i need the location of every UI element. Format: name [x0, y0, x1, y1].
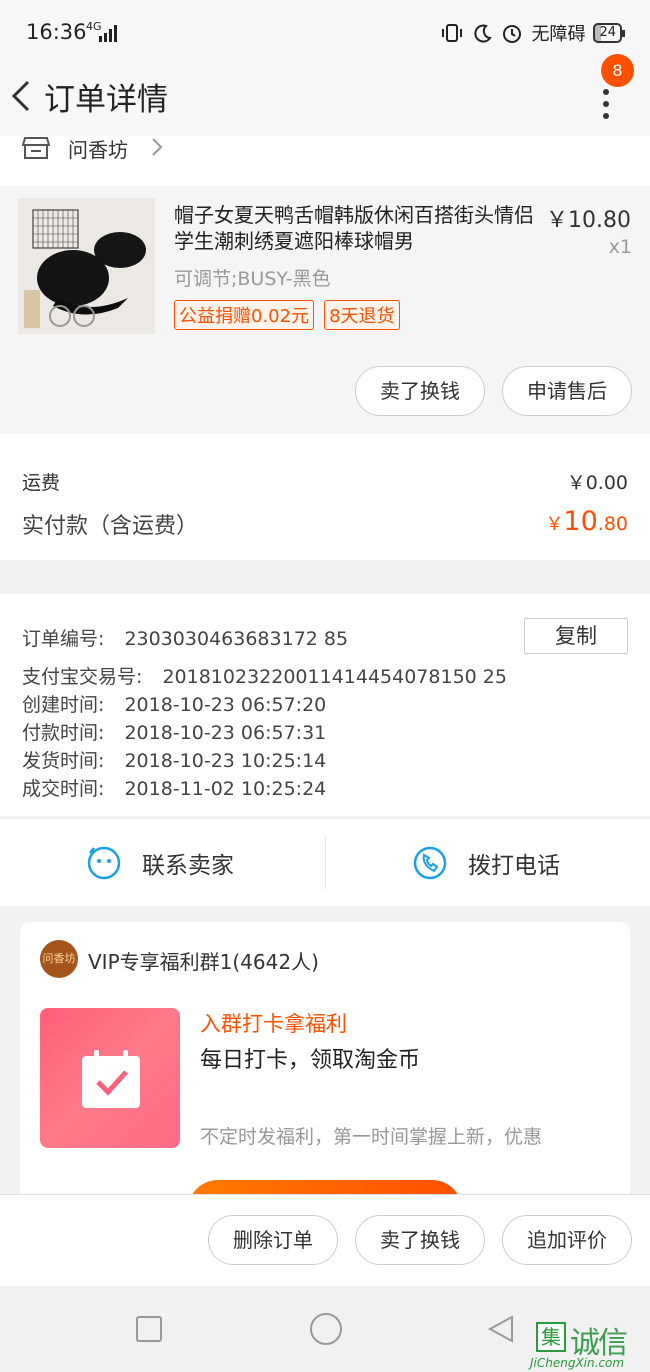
add-review-button[interactable]: 追加评价 [502, 1215, 632, 1265]
paid-time: 2018-10-23 06:57:31 [124, 722, 327, 744]
charity-tag: 公益捐赠0.02元 [174, 300, 315, 330]
fee-section: 运费 ￥0.00 实付款（含运费） ￥10.80 [0, 434, 650, 560]
group-tagline: 入群打卡拿福利 [200, 1012, 347, 1036]
group-description: 不定时发福利，第一时间掌握上新，优惠 [200, 1126, 543, 1148]
moon-icon [474, 24, 493, 43]
group-thumbnail [40, 1008, 180, 1148]
recent-apps-icon[interactable] [134, 1314, 164, 1344]
back-nav-icon[interactable] [486, 1314, 516, 1344]
return-policy-tag: 8天退货 [324, 300, 400, 330]
shop-name[interactable]: 问香坊 [68, 134, 128, 163]
notification-badge: 8 [601, 54, 634, 87]
status-icons: 无障碍 24 [441, 20, 625, 46]
paid-decimal: .80 [597, 513, 628, 535]
nav-bar: 订单详情 8 [0, 54, 650, 136]
order-info: 订单编号: 2303030463683172 85 复制 支付宝交易号: 201… [0, 594, 650, 816]
contact-seller-label: 联系卖家 [142, 853, 234, 879]
page-title: 订单详情 [44, 82, 168, 118]
call-label: 拨打电话 [468, 853, 560, 879]
completed-row: 成交时间: 2018-11-02 10:25:24 [22, 774, 326, 801]
call-button[interactable]: 拨打电话 [412, 819, 560, 907]
bottom-action-bar: 删除订单 卖了换钱 追加评价 [0, 1194, 650, 1286]
paid-time-label: 付款时间: [22, 722, 105, 744]
paid-integer: 10 [563, 506, 598, 537]
group-headline: 每日打卡，领取淘金币 [200, 1048, 421, 1073]
alipay-label: 支付宝交易号: [22, 666, 143, 688]
product-spec: 可调节;BUSY-黑色 [174, 268, 331, 290]
paid-time-row: 付款时间: 2018-10-23 06:57:31 [22, 718, 326, 745]
alarm-icon [503, 25, 522, 43]
alipay-number: 20181023220011414454078150 25 [162, 666, 507, 688]
shipped-label: 发货时间: [22, 750, 105, 772]
after-sale-button[interactable]: 申请售后 [502, 366, 632, 416]
order-number-label: 订单编号: [22, 628, 105, 650]
status-bar: 16:36 4G 无障碍 24 [0, 0, 650, 66]
completed-label: 成交时间: [22, 778, 105, 800]
signal-icon [99, 25, 117, 42]
created-time: 2018-10-23 06:57:20 [124, 694, 327, 716]
order-number-row: 订单编号: 2303030463683172 85 [22, 624, 348, 651]
vibrate-icon [442, 24, 463, 42]
group-avatar: 问香坊 [40, 940, 78, 978]
shipping-value: ￥0.00 [566, 472, 628, 494]
accessibility-label: 无障碍 [531, 24, 586, 45]
product-card[interactable]: 帽子女夏天鸭舌帽韩版休闲百搭街头情侣学生潮刺绣夏遮阳棒球帽男 ￥10.80 x1… [0, 186, 650, 434]
product-price: ￥10.80 [546, 208, 631, 233]
product-tags: 公益捐赠0.02元 8天退货 [174, 300, 400, 330]
chevron-right-icon [152, 138, 163, 156]
shipped-row: 发货时间: 2018-10-23 10:25:14 [22, 746, 326, 773]
chat-face-icon [87, 846, 121, 880]
shop-icon [22, 137, 50, 159]
cap-illustration [18, 198, 155, 334]
created-row: 创建时间: 2018-10-23 06:57:20 [22, 690, 326, 717]
sell-button[interactable]: 卖了换钱 [355, 366, 485, 416]
completed-time: 2018-11-02 10:25:24 [124, 778, 327, 800]
phone-icon [413, 846, 447, 880]
shipped-time: 2018-10-23 10:25:14 [124, 750, 327, 772]
battery-icon: 24 [593, 23, 625, 43]
sell-button-bottom[interactable]: 卖了换钱 [355, 1215, 485, 1265]
calendar-check-icon [82, 1050, 140, 1108]
product-quantity: x1 [608, 236, 632, 258]
watermark-logo: 集 诚信 JiChengXin.com [526, 1316, 650, 1372]
created-label: 创建时间: [22, 694, 105, 716]
contact-seller-button[interactable]: 联系卖家 [86, 819, 234, 907]
copy-button[interactable]: 复制 [524, 618, 628, 654]
status-time: 16:36 [26, 20, 87, 44]
contact-divider [325, 837, 326, 889]
watermark-box: 集 [536, 1322, 566, 1352]
product-image[interactable] [18, 198, 155, 334]
group-card[interactable]: 问香坊 VIP专享福利群1(4642人) 入群打卡拿福利 每日打卡，领取淘金币 … [20, 922, 630, 1212]
order-number: 2303030463683172 85 [124, 628, 349, 650]
group-name[interactable]: VIP专享福利群1(4642人) [88, 946, 319, 975]
paid-value: ￥10.80 [545, 506, 628, 537]
delete-order-button[interactable]: 删除订单 [208, 1215, 338, 1265]
home-icon[interactable] [308, 1311, 344, 1347]
watermark-url: JiChengXin.com [530, 1356, 625, 1370]
back-arrow-icon[interactable] [6, 76, 36, 116]
paid-label: 实付款（含运费） [22, 514, 199, 539]
shipping-label: 运费 [22, 472, 61, 494]
alipay-row: 支付宝交易号: 20181023220011414454078150 25 [22, 662, 507, 689]
product-title[interactable]: 帽子女夏天鸭舌帽韩版休闲百搭街头情侣学生潮刺绣夏遮阳棒球帽男 [174, 202, 536, 254]
paid-currency: ￥ [545, 514, 564, 535]
shop-row[interactable]: 问香坊 [0, 136, 650, 186]
contact-bar: 联系卖家 拨打电话 [0, 818, 650, 906]
